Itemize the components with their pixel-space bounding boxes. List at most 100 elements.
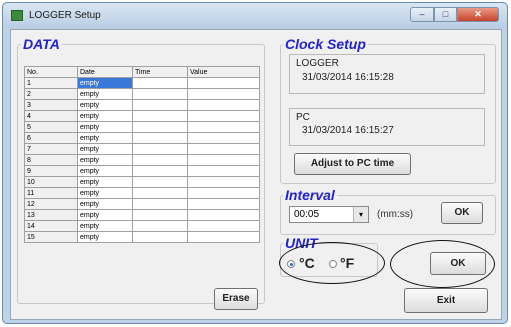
value-cell[interactable]: [187, 187, 260, 199]
interval-ok-button[interactable]: OK: [441, 202, 483, 224]
date-cell[interactable]: empty: [77, 143, 133, 155]
table-row[interactable]: 2 empty: [24, 88, 260, 100]
time-cell[interactable]: [132, 77, 188, 89]
time-cell[interactable]: [132, 220, 188, 232]
data-table[interactable]: No. Date Time Value 1 empty 2 empty 3 empty 4 e…: [24, 66, 260, 243]
date-cell[interactable]: empty: [77, 231, 133, 243]
logger-time-label: LOGGER: [296, 58, 339, 69]
date-cell[interactable]: empty: [77, 165, 133, 177]
table-row[interactable]: 11 empty: [24, 187, 260, 199]
value-cell[interactable]: [187, 209, 260, 221]
close-button[interactable]: ✕: [457, 7, 499, 22]
value-cell[interactable]: [187, 165, 260, 177]
row-number-cell[interactable]: 11: [24, 187, 78, 199]
table-row[interactable]: 6 empty: [24, 132, 260, 144]
date-cell[interactable]: empty: [77, 110, 133, 122]
value-cell[interactable]: [187, 132, 260, 144]
row-number-cell[interactable]: 1: [24, 77, 78, 89]
app-icon: [11, 10, 23, 21]
unit-annotation-circle: [279, 242, 385, 284]
time-cell[interactable]: [132, 99, 188, 111]
logger-time-value: 31/03/2014 16:15:28: [302, 72, 394, 83]
time-cell[interactable]: [132, 154, 188, 166]
table-row[interactable]: 12 empty: [24, 198, 260, 210]
table-row[interactable]: 4 empty: [24, 110, 260, 122]
ok-annotation-circle: [390, 240, 495, 288]
date-cell[interactable]: empty: [77, 198, 133, 210]
value-cell[interactable]: [187, 110, 260, 122]
interval-value: 00:05: [294, 209, 320, 220]
date-cell[interactable]: empty: [77, 154, 133, 166]
value-cell[interactable]: [187, 77, 260, 89]
time-cell[interactable]: [132, 231, 188, 243]
value-cell[interactable]: [187, 99, 260, 111]
minimize-button[interactable]: –: [410, 7, 434, 22]
date-cell[interactable]: empty: [77, 132, 133, 144]
time-cell[interactable]: [132, 88, 188, 100]
table-row[interactable]: 7 empty: [24, 143, 260, 155]
date-cell[interactable]: empty: [77, 187, 133, 199]
column-header[interactable]: Date: [77, 66, 133, 78]
date-cell[interactable]: empty: [77, 220, 133, 232]
date-cell[interactable]: empty: [77, 99, 133, 111]
date-cell[interactable]: empty: [77, 88, 133, 100]
row-number-cell[interactable]: 10: [24, 176, 78, 188]
row-number-cell[interactable]: 14: [24, 220, 78, 232]
row-number-cell[interactable]: 6: [24, 132, 78, 144]
row-number-cell[interactable]: 9: [24, 165, 78, 177]
row-number-cell[interactable]: 8: [24, 154, 78, 166]
row-number-cell[interactable]: 3: [24, 99, 78, 111]
time-cell[interactable]: [132, 165, 188, 177]
date-cell[interactable]: empty: [77, 121, 133, 133]
adjust-to-pc-time-button[interactable]: Adjust to PC time: [294, 153, 411, 175]
interval-title: Interval: [283, 187, 337, 203]
value-cell[interactable]: [187, 121, 260, 133]
row-number-cell[interactable]: 13: [24, 209, 78, 221]
pc-time-label: PC: [296, 112, 310, 123]
row-number-cell[interactable]: 12: [24, 198, 78, 210]
table-row[interactable]: 1 empty: [24, 77, 260, 89]
time-cell[interactable]: [132, 143, 188, 155]
date-cell[interactable]: empty: [77, 77, 133, 89]
time-cell[interactable]: [132, 198, 188, 210]
table-row[interactable]: 8 empty: [24, 154, 260, 166]
row-number-cell[interactable]: 4: [24, 110, 78, 122]
row-number-cell[interactable]: 15: [24, 231, 78, 243]
row-number-cell[interactable]: 5: [24, 121, 78, 133]
time-cell[interactable]: [132, 110, 188, 122]
table-row[interactable]: 3 empty: [24, 99, 260, 111]
table-row[interactable]: 15 empty: [24, 231, 260, 243]
table-row[interactable]: 10 empty: [24, 176, 260, 188]
date-cell[interactable]: empty: [77, 176, 133, 188]
value-cell[interactable]: [187, 220, 260, 232]
table-row[interactable]: 13 empty: [24, 209, 260, 221]
value-cell[interactable]: [187, 176, 260, 188]
value-cell[interactable]: [187, 88, 260, 100]
value-cell[interactable]: [187, 231, 260, 243]
table-row[interactable]: 9 empty: [24, 165, 260, 177]
date-cell[interactable]: empty: [77, 209, 133, 221]
time-cell[interactable]: [132, 121, 188, 133]
column-header[interactable]: No.: [24, 66, 78, 78]
value-cell[interactable]: [187, 143, 260, 155]
time-cell[interactable]: [132, 187, 188, 199]
row-number-cell[interactable]: 7: [24, 143, 78, 155]
logger-setup-window: LOGGER Setup – □ ✕ DATA No. Date Time Va…: [2, 2, 508, 324]
time-cell[interactable]: [132, 176, 188, 188]
table-row[interactable]: 5 empty: [24, 121, 260, 133]
value-cell[interactable]: [187, 198, 260, 210]
chevron-down-icon[interactable]: ▾: [353, 207, 368, 222]
table-header-row: No. Date Time Value: [24, 66, 260, 78]
erase-button[interactable]: Erase: [214, 288, 258, 310]
column-header[interactable]: Time: [132, 66, 188, 78]
interval-select[interactable]: 00:05 ▾: [289, 206, 369, 223]
row-number-cell[interactable]: 2: [24, 88, 78, 100]
maximize-button[interactable]: □: [434, 7, 457, 22]
title-bar[interactable]: LOGGER Setup – □ ✕: [3, 3, 507, 29]
table-row[interactable]: 14 empty: [24, 220, 260, 232]
time-cell[interactable]: [132, 209, 188, 221]
time-cell[interactable]: [132, 132, 188, 144]
column-header[interactable]: Value: [187, 66, 260, 78]
value-cell[interactable]: [187, 154, 260, 166]
exit-button[interactable]: Exit: [404, 288, 488, 313]
